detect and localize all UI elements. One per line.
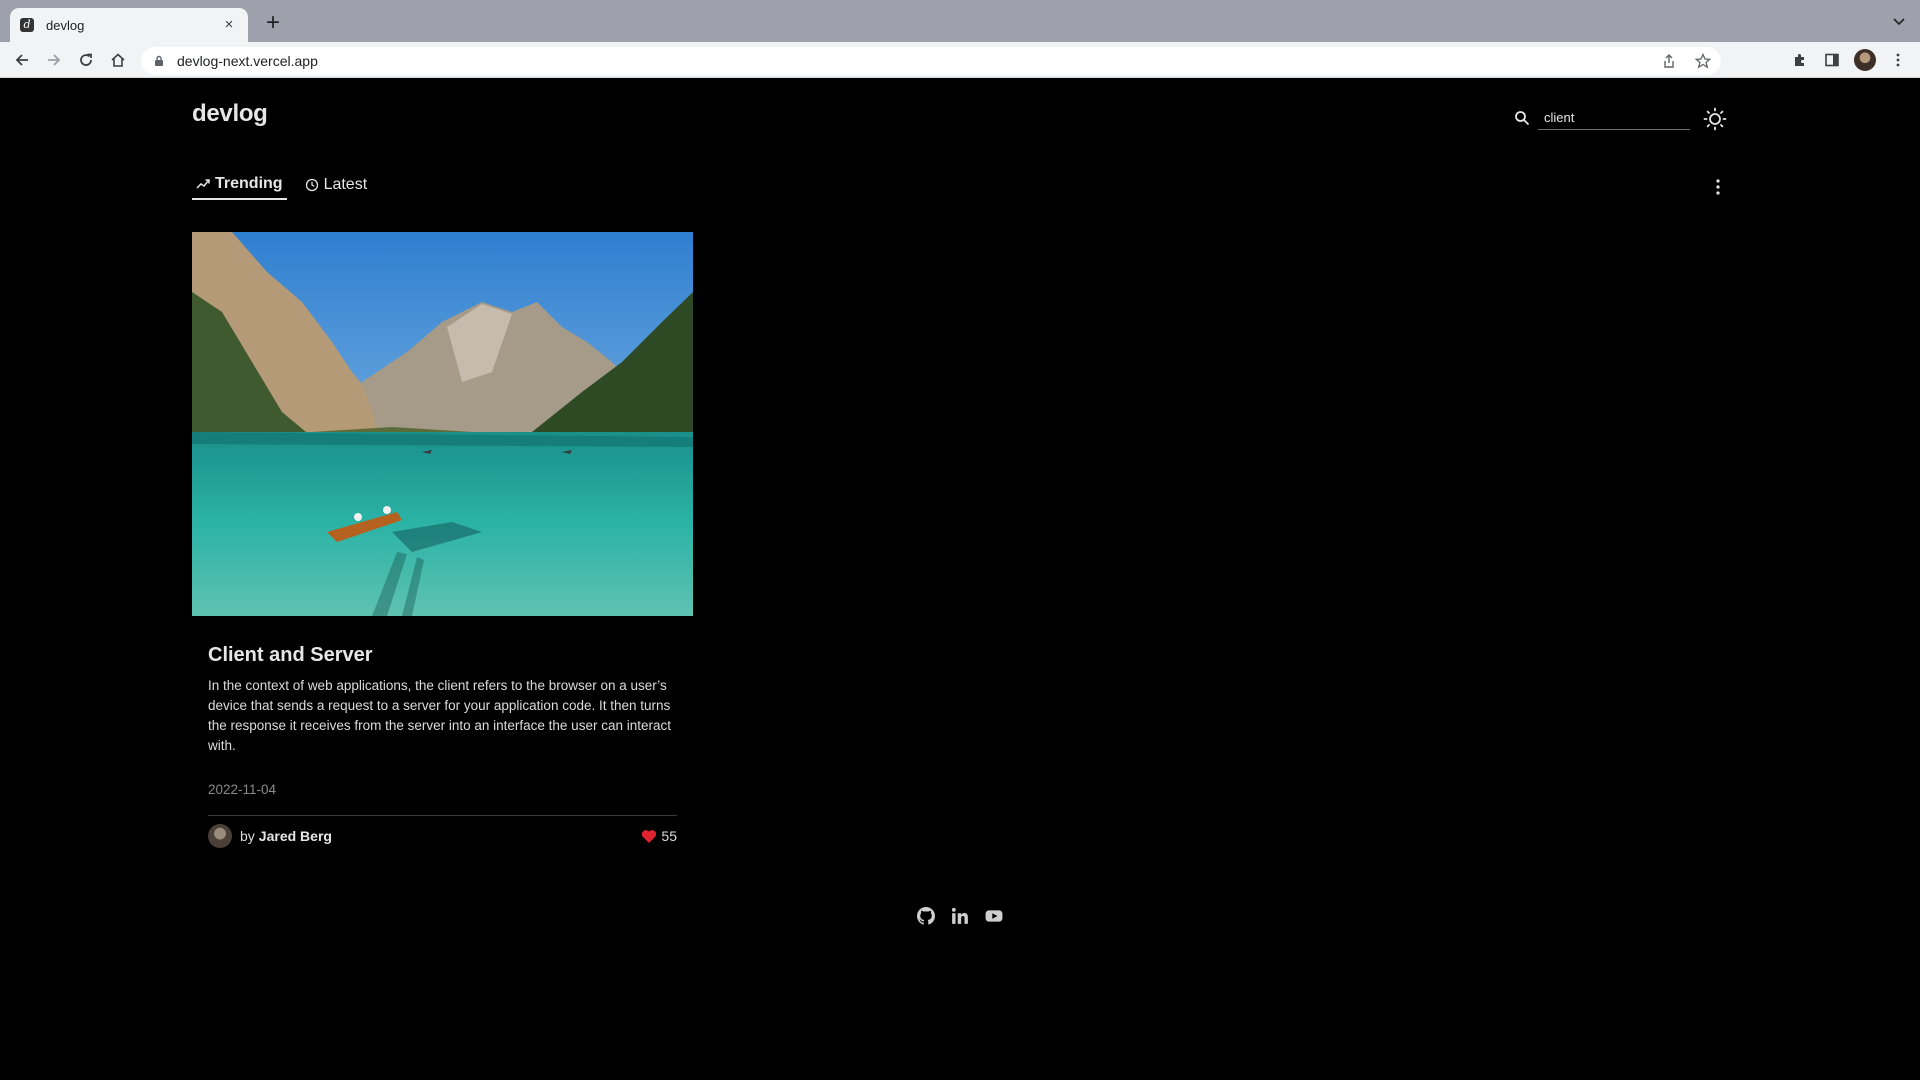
tab-trending-label: Trending bbox=[215, 175, 283, 192]
back-button[interactable] bbox=[10, 48, 34, 72]
reload-icon bbox=[80, 53, 92, 66]
profile-button[interactable] bbox=[1853, 48, 1877, 72]
tab-latest-label: Latest bbox=[323, 176, 368, 193]
author-name: Jared Berg bbox=[258, 828, 332, 844]
new-tab-button[interactable]: + bbox=[260, 11, 286, 37]
post-card-footer: by Jared Berg 55 bbox=[208, 816, 677, 856]
post-description: In the context of web applications, the … bbox=[208, 678, 671, 753]
clock-icon bbox=[305, 178, 318, 192]
author-prefix: by bbox=[240, 828, 255, 844]
share-icon[interactable] bbox=[1661, 53, 1677, 69]
chevron-down-icon bbox=[1893, 18, 1905, 26]
search-icon bbox=[1515, 111, 1530, 126]
feed-tabs: Trending Latest bbox=[192, 170, 371, 200]
extensions-button[interactable] bbox=[1788, 48, 1812, 72]
heart-icon bbox=[642, 829, 657, 843]
social-links bbox=[916, 906, 1004, 926]
page: devlog Trending Latest bbox=[0, 78, 1920, 1080]
tab-trending[interactable]: Trending bbox=[192, 170, 287, 200]
browser-tab-strip: d devlog × + bbox=[0, 0, 1920, 42]
post-card-body: Client and Server In the context of web … bbox=[192, 616, 693, 856]
tab-close-button[interactable]: × bbox=[220, 16, 238, 34]
author-avatar bbox=[208, 824, 232, 848]
search-input[interactable] bbox=[1538, 106, 1690, 130]
post-thumbnail[interactable] bbox=[192, 232, 693, 616]
arrow-left-icon bbox=[15, 54, 28, 66]
post-author[interactable]: by Jared Berg bbox=[208, 824, 332, 848]
kebab-menu-icon bbox=[1716, 179, 1720, 195]
post-title[interactable]: Client and Server bbox=[208, 644, 677, 667]
side-panel-button[interactable] bbox=[1820, 48, 1844, 72]
lock-icon bbox=[155, 55, 163, 66]
url-text: devlog-next.vercel.app bbox=[177, 53, 318, 69]
post-date: 2022-11-04 bbox=[208, 782, 277, 797]
youtube-icon bbox=[985, 910, 1003, 922]
github-link[interactable] bbox=[916, 906, 936, 926]
home-icon bbox=[111, 53, 125, 67]
post-card[interactable]: Client and Server In the context of web … bbox=[192, 232, 693, 856]
search-bar bbox=[1514, 106, 1690, 130]
kebab-menu-icon bbox=[1896, 53, 1900, 67]
trending-up-icon bbox=[196, 179, 210, 189]
puzzle-icon bbox=[1795, 54, 1804, 66]
linkedin-link[interactable] bbox=[950, 906, 970, 926]
side-panel-icon bbox=[1825, 53, 1839, 67]
tab-title: devlog bbox=[46, 17, 85, 33]
sun-icon bbox=[1703, 107, 1727, 131]
post-likes[interactable]: 55 bbox=[641, 828, 677, 844]
site-logo[interactable]: devlog bbox=[192, 100, 268, 128]
bookmark-star-icon[interactable] bbox=[1695, 53, 1711, 69]
forward-button[interactable] bbox=[42, 48, 66, 72]
theme-toggle-button[interactable] bbox=[1702, 106, 1728, 132]
tab-search-button[interactable] bbox=[1892, 14, 1906, 28]
github-icon bbox=[917, 907, 935, 925]
linkedin-icon bbox=[951, 907, 968, 924]
arrow-right-icon bbox=[48, 54, 61, 66]
more-options-button[interactable] bbox=[1708, 174, 1728, 200]
home-button[interactable] bbox=[106, 48, 130, 72]
address-bar[interactable]: devlog-next.vercel.app bbox=[141, 47, 1721, 75]
browser-tab[interactable]: d devlog × bbox=[10, 8, 248, 42]
profile-avatar bbox=[1854, 49, 1876, 71]
browser-toolbar: devlog-next.vercel.app bbox=[0, 42, 1920, 78]
likes-count: 55 bbox=[661, 828, 677, 844]
site-favicon-icon: d bbox=[20, 18, 34, 32]
omnibox-actions bbox=[1661, 53, 1711, 69]
tab-latest[interactable]: Latest bbox=[301, 170, 372, 200]
reload-button[interactable] bbox=[74, 48, 98, 72]
youtube-link[interactable] bbox=[984, 906, 1004, 926]
browser-menu-button[interactable] bbox=[1886, 48, 1910, 72]
